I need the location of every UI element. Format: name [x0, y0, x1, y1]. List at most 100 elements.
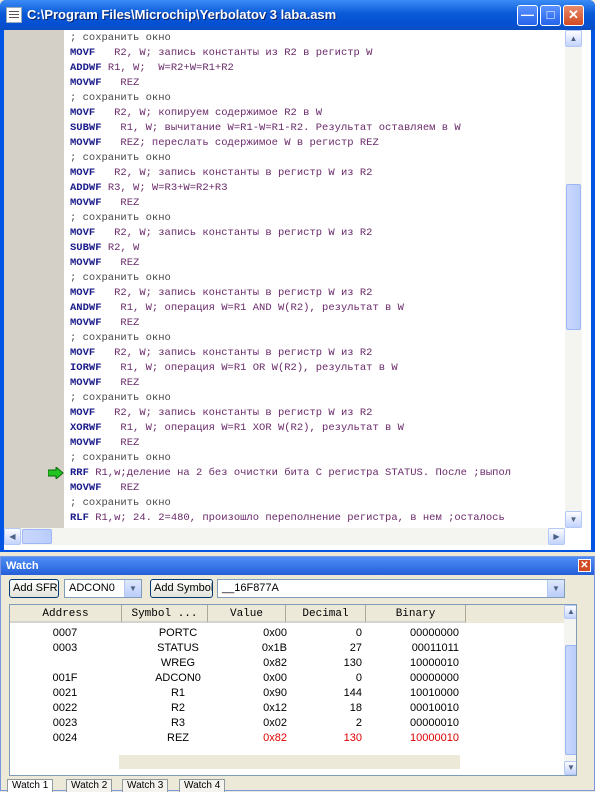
code-operands: R2, W; запись константы в регистр W из R… — [95, 227, 373, 239]
code-line[interactable]: ; сохранить окно — [70, 31, 566, 46]
value-cell: 0x00 — [263, 672, 287, 684]
code-line[interactable]: MOVWF REZ — [70, 481, 566, 496]
table-row[interactable]: 0022 R2 0x12 18 00010010 — [10, 700, 565, 716]
code-line[interactable]: MOVWF REZ — [70, 256, 566, 271]
code-opcode: SUBWF — [70, 242, 102, 254]
code-line[interactable]: MOVWF REZ — [70, 316, 566, 331]
tab-watch-3[interactable]: Watch 3 — [122, 779, 169, 792]
maximize-button[interactable]: □ — [540, 5, 561, 26]
document-icon — [6, 7, 22, 23]
scroll-down-button[interactable]: ▼ — [565, 511, 582, 528]
code-opcode: MOVF — [70, 167, 96, 179]
editor-vertical-scrollbar[interactable]: ▲ ▼ — [565, 30, 582, 528]
sfr-select[interactable]: ADCON0 ▼ — [64, 579, 142, 598]
editor-horizontal-scrollbar[interactable]: ◀ ▶ — [4, 528, 565, 545]
title-bar[interactable]: C:\Program Files\Microchip\Yerbolatov 3 … — [0, 0, 595, 30]
chevron-down-icon[interactable]: ▼ — [547, 580, 564, 597]
column-header-decimal[interactable]: Decimal — [286, 605, 366, 623]
table-row[interactable]: 001F ADCON0 0x00 0 00000000 — [10, 670, 565, 686]
column-header-symbol[interactable]: Symbol ... — [122, 605, 208, 623]
code-opcode: XORWF — [70, 422, 102, 434]
code-line[interactable]: RLF R1,w; 24. 2=480, произошло переполне… — [70, 511, 566, 526]
code-operands: REZ — [101, 317, 140, 329]
address-cell: 0024 — [52, 732, 78, 744]
tab-watch-1[interactable]: Watch 1 — [7, 779, 54, 792]
column-header-address[interactable]: Address — [10, 605, 122, 623]
editor-gutter[interactable] — [4, 30, 64, 528]
table-row[interactable]: WREG 0x82 130 10000010 — [10, 655, 565, 671]
code-line[interactable]: RRF R1,w;деление на 2 без очистки бита С… — [70, 466, 566, 481]
watch-title-bar[interactable]: Watch ✕ — [1, 557, 594, 575]
code-editor[interactable]: ; сохранить окно MOVF R2, W; запись конст… — [4, 30, 591, 550]
code-line[interactable]: MOVF R2, W; запись константы в регистр W… — [70, 166, 566, 181]
table-row[interactable]: 0024 REZ 0x82 130 10000010 — [10, 730, 565, 746]
code-line[interactable]: ANDWF R1, W; операция W=R1 AND W(R2), ре… — [70, 301, 566, 316]
code-line[interactable]: MOVF R2, W; запись константы в регистр W… — [70, 226, 566, 241]
minimize-button[interactable]: — — [517, 5, 538, 26]
tab-watch-4[interactable]: Watch 4 — [179, 779, 226, 792]
code-line[interactable]: MOVF R2, W; запись константы из R2 в рег… — [70, 46, 566, 61]
code-text[interactable]: ; сохранить окно MOVF R2, W; запись конст… — [70, 31, 566, 528]
code-line[interactable]: MOVWF REZ — [70, 436, 566, 451]
table-row[interactable]: 0023 R3 0x02 2 00000010 — [10, 715, 565, 731]
code-line[interactable]: ; сохранить окно — [70, 91, 566, 106]
symbol-select-value: __16F877A — [222, 582, 279, 594]
code-line[interactable]: ADDWF R1, W; W=R2+W=R1+R2 — [70, 61, 566, 76]
code-line[interactable]: ; сохранить окно — [70, 271, 566, 286]
column-header-binary[interactable]: Binary — [366, 605, 466, 623]
code-operands: ; сохранить окно — [70, 32, 171, 44]
code-operands: R1, W; вычитание W=R1-W=R1-R2. Результат… — [101, 122, 461, 134]
sfr-select-value: ADCON0 — [69, 582, 115, 594]
scroll-up-button[interactable]: ▲ — [564, 605, 576, 619]
code-line[interactable]: ; сохранить окно — [70, 151, 566, 166]
code-line[interactable]: ; сохранить окно — [70, 391, 566, 406]
scroll-left-button[interactable]: ◀ — [4, 528, 21, 545]
code-line[interactable]: MOVF R2, W; запись константы в регистр W… — [70, 346, 566, 361]
code-line[interactable]: MOVF R2, W; запись константы в регистр W… — [70, 406, 566, 421]
code-operands: ; сохранить окно — [70, 152, 171, 164]
code-line[interactable]: ADDWF R3, W; W=R3+W=R2+R3 — [70, 181, 566, 196]
code-line[interactable]: ; сохранить окно — [70, 211, 566, 226]
code-operands: R1, W; операция W=R1 XOR W(R2), результа… — [101, 422, 404, 434]
chevron-down-icon[interactable]: ▼ — [124, 580, 141, 597]
horizontal-scroll-thumb[interactable] — [22, 529, 52, 544]
code-line[interactable]: ; сохранить окно — [70, 496, 566, 511]
close-button[interactable]: ✕ — [563, 5, 584, 26]
table-row[interactable]: 0007 PORTC 0x00 0 00000000 — [10, 625, 565, 641]
symbol-select[interactable]: __16F877A ▼ — [217, 579, 565, 598]
code-line[interactable]: IORWF R1, W; операция W=R1 OR W(R2), рез… — [70, 361, 566, 376]
table-row[interactable]: 0021 R1 0x90 144 10010000 — [10, 685, 565, 701]
watch-vertical-scrollbar[interactable]: ▲ ▼ — [564, 605, 576, 775]
code-line[interactable]: MOVWF REZ — [70, 376, 566, 391]
code-line[interactable]: ; сохранить окно — [70, 331, 566, 346]
watch-close-button[interactable]: ✕ — [578, 559, 591, 572]
code-line[interactable]: MOVWF REZ; переслать содержимое W в реги… — [70, 136, 566, 151]
address-cell: 0003 — [52, 642, 78, 654]
address-cell: 0021 — [52, 687, 78, 699]
scroll-thumb[interactable] — [566, 184, 581, 330]
tab-watch-2[interactable]: Watch 2 — [66, 779, 113, 792]
code-line[interactable]: MOVWF REZ — [70, 76, 566, 91]
code-operands: R3, W; W=R3+W=R2+R3 — [101, 182, 228, 194]
code-line[interactable]: SUBWF R1, W; вычитание W=R1-W=R1-R2. Рез… — [70, 121, 566, 136]
add-symbol-button[interactable]: Add Symbol — [150, 579, 213, 598]
symbol-cell: R1 — [170, 687, 186, 699]
binary-cell: 10000010 — [410, 732, 459, 744]
value-cell: 0x00 — [263, 627, 287, 639]
code-line[interactable]: MOVF R2, W; копируем содержимое R2 в W — [70, 106, 566, 121]
scroll-up-button[interactable]: ▲ — [565, 30, 582, 47]
code-line[interactable]: SUBWF R2, W — [70, 241, 566, 256]
code-line[interactable]: XORWF R1, W; операция W=R1 XOR W(R2), ре… — [70, 421, 566, 436]
scroll-right-button[interactable]: ▶ — [548, 528, 565, 545]
scroll-down-button[interactable]: ▼ — [564, 761, 576, 775]
code-line[interactable]: MOVWF REZ — [70, 196, 566, 211]
watch-tabs: Watch 1 Watch 2 Watch 3 Watch 4 — [7, 779, 595, 792]
add-sfr-button[interactable]: Add SFR — [9, 579, 59, 598]
code-operands: ; сохранить окно — [70, 272, 171, 284]
code-line[interactable]: MOVF R2, W; запись константы в регистр W… — [70, 286, 566, 301]
column-header-value[interactable]: Value — [208, 605, 286, 623]
code-line[interactable]: ; сохранить окно — [70, 451, 566, 466]
table-row[interactable]: 0003 STATUS 0x1B 27 00011011 — [10, 640, 565, 656]
code-operands: R2, W; запись константы в регистр W из R… — [95, 407, 373, 419]
scroll-thumb[interactable] — [565, 645, 576, 755]
